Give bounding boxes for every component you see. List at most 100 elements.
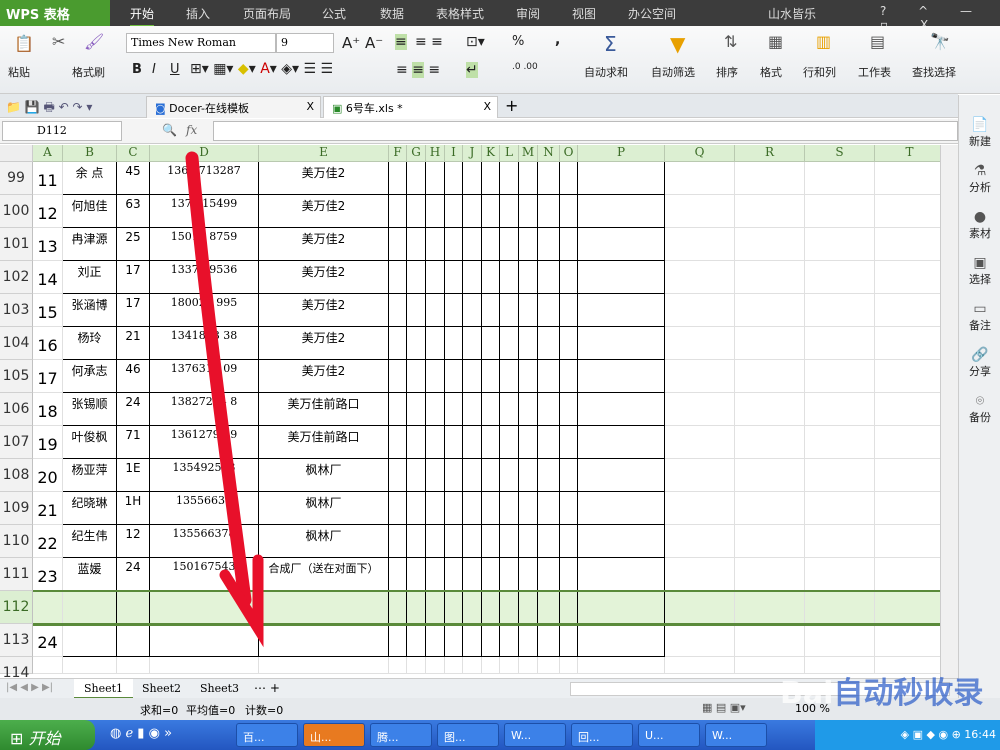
cell[interactable]: [407, 657, 426, 674]
cell[interactable]: [500, 195, 519, 228]
cell[interactable]: [445, 591, 463, 624]
cell[interactable]: [426, 492, 445, 525]
cell-D111[interactable]: 150167543: [150, 558, 259, 591]
cell[interactable]: [665, 162, 735, 195]
underline-button[interactable]: U: [170, 62, 180, 77]
row-header-112[interactable]: 112: [0, 591, 33, 624]
cell[interactable]: [500, 162, 519, 195]
row-header-106[interactable]: 106: [0, 393, 33, 426]
cell[interactable]: [665, 195, 735, 228]
panel-6[interactable]: ⌾ 备份: [959, 393, 1000, 425]
comma-button[interactable]: ,: [555, 32, 560, 48]
cell-A101[interactable]: 13: [33, 228, 63, 261]
cell[interactable]: [445, 228, 463, 261]
format-painter-button[interactable]: 格式刷: [72, 64, 105, 80]
cell[interactable]: [500, 624, 519, 657]
cell-B104[interactable]: 杨玲: [63, 327, 117, 360]
cell[interactable]: [805, 492, 875, 525]
cell[interactable]: [519, 492, 538, 525]
cell[interactable]: [463, 327, 482, 360]
cell-E100[interactable]: 美万佳2: [259, 195, 389, 228]
cell[interactable]: [426, 591, 445, 624]
cell[interactable]: [578, 294, 665, 327]
tab-docer[interactable]: ◙ Docer-在线模板 X: [146, 96, 321, 118]
row-header-109[interactable]: 109: [0, 492, 33, 525]
cell[interactable]: [735, 525, 805, 558]
cell[interactable]: [519, 327, 538, 360]
row-header-114[interactable]: 114: [0, 657, 33, 678]
cell-E110[interactable]: 枫林厂: [259, 525, 389, 558]
cell[interactable]: [538, 294, 560, 327]
cell[interactable]: [560, 591, 578, 624]
cell[interactable]: [538, 360, 560, 393]
taskbar-item-1[interactable]: 山...: [303, 723, 365, 747]
row-header-107[interactable]: 107: [0, 426, 33, 459]
cell-B102[interactable]: 刘正: [63, 261, 117, 294]
cell[interactable]: [665, 393, 735, 426]
cell-C103[interactable]: 17: [117, 294, 150, 327]
spreadsheet-grid[interactable]: A B C D E F G H I J K L M N O P Q R S T 99 11 余 点 45 1361 713287…: [0, 145, 958, 678]
cell[interactable]: [538, 459, 560, 492]
cell[interactable]: [735, 294, 805, 327]
cell[interactable]: [445, 525, 463, 558]
cell[interactable]: [426, 525, 445, 558]
cell[interactable]: [538, 162, 560, 195]
cell-B101[interactable]: 冉津源: [63, 228, 117, 261]
cell[interactable]: [665, 624, 735, 657]
cell-E101[interactable]: 美万佳2: [259, 228, 389, 261]
cell[interactable]: [519, 162, 538, 195]
cell-C99[interactable]: 45: [117, 162, 150, 195]
cell[interactable]: [578, 525, 665, 558]
panel-3[interactable]: ▣ 选择: [959, 255, 1000, 287]
column-header-N[interactable]: N: [538, 145, 560, 162]
cell[interactable]: [578, 195, 665, 228]
cell[interactable]: [407, 228, 426, 261]
user-name[interactable]: 山水皆乐: [768, 5, 816, 22]
cell[interactable]: [519, 591, 538, 624]
cell[interactable]: [445, 294, 463, 327]
cell[interactable]: [578, 426, 665, 459]
paste-button[interactable]: 粘贴: [8, 64, 30, 80]
cell[interactable]: [578, 162, 665, 195]
sheet-tab-3[interactable]: Sheet3: [190, 679, 249, 699]
cell[interactable]: [875, 195, 945, 228]
column-header-I[interactable]: I: [445, 145, 463, 162]
cell[interactable]: [665, 558, 735, 591]
column-header-M[interactable]: M: [519, 145, 538, 162]
cell[interactable]: [463, 558, 482, 591]
cell[interactable]: [500, 261, 519, 294]
cell-C100[interactable]: 63: [117, 195, 150, 228]
cell-C111[interactable]: 24: [117, 558, 150, 591]
percent-button[interactable]: %: [512, 34, 524, 49]
column-header-S[interactable]: S: [805, 145, 875, 162]
decimal-icon[interactable]: .0 .00: [512, 62, 538, 72]
cell[interactable]: [875, 459, 945, 492]
cell[interactable]: [875, 228, 945, 261]
cell-C108[interactable]: 1E: [117, 459, 150, 492]
cell-A111[interactable]: 23: [33, 558, 63, 591]
panel-5[interactable]: 🔗 分享: [959, 347, 1000, 379]
cell[interactable]: [445, 360, 463, 393]
cell[interactable]: [538, 558, 560, 591]
autosum-button[interactable]: 自动求和: [584, 64, 628, 80]
cell[interactable]: [426, 558, 445, 591]
cell[interactable]: [578, 657, 665, 674]
cell[interactable]: [735, 162, 805, 195]
cell-C107[interactable]: 71: [117, 426, 150, 459]
cell[interactable]: [805, 327, 875, 360]
cell-B109[interactable]: 纪晓琳: [63, 492, 117, 525]
cell[interactable]: [519, 294, 538, 327]
cell[interactable]: [482, 624, 500, 657]
cell[interactable]: [560, 162, 578, 195]
panel-0[interactable]: 📄 新建: [959, 117, 1000, 149]
cell[interactable]: [389, 393, 407, 426]
cell-B110[interactable]: 纪生伟: [63, 525, 117, 558]
cell[interactable]: [665, 426, 735, 459]
cell[interactable]: [426, 360, 445, 393]
cell-A113[interactable]: 24: [33, 624, 63, 657]
cell[interactable]: [538, 624, 560, 657]
cell[interactable]: [426, 261, 445, 294]
sheet-tab-2[interactable]: Sheet2: [132, 679, 191, 699]
cell-D114[interactable]: [150, 657, 259, 674]
cell[interactable]: [578, 261, 665, 294]
